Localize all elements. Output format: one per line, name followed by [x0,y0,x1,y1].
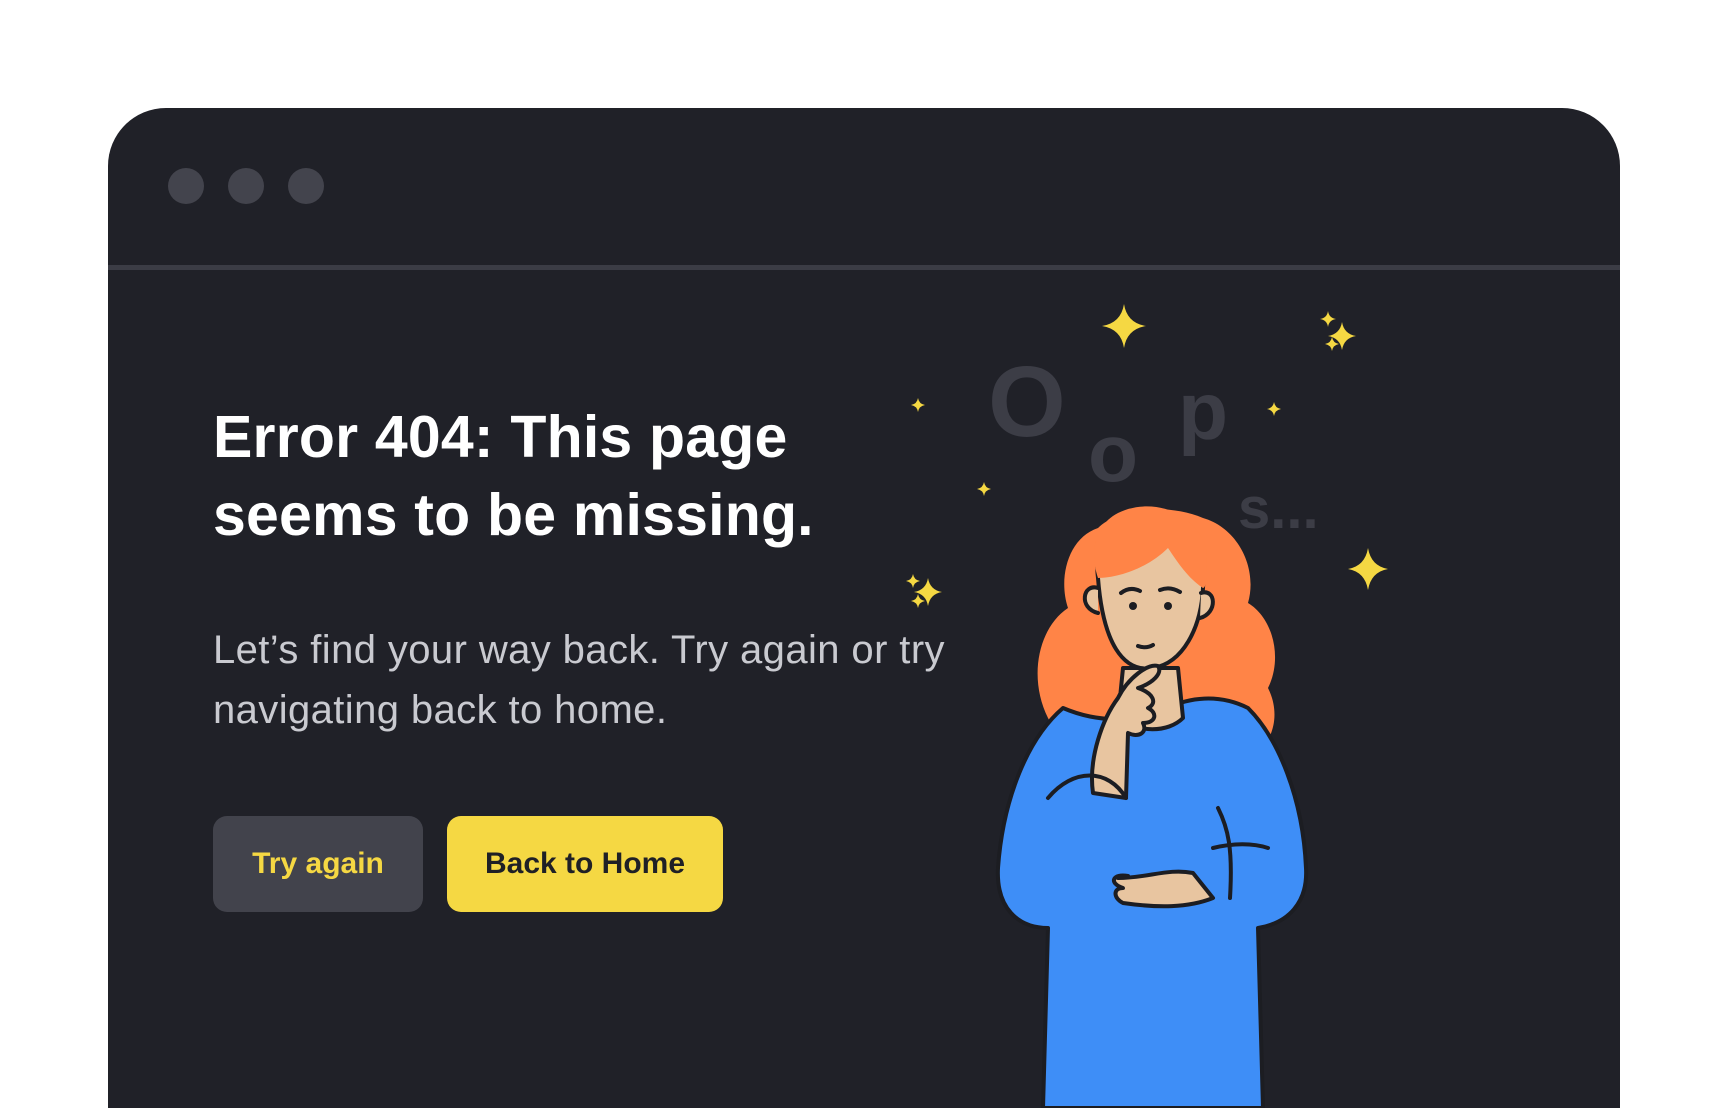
try-again-button[interactable]: Try again [213,816,423,912]
window-maximize-dot[interactable] [288,168,324,204]
window-close-dot[interactable] [168,168,204,204]
oops-letter-3: p [1178,366,1228,457]
error-headline: Error 404: This page seems to be missing… [213,404,814,548]
oops-letter-4: s... [1238,476,1319,541]
browser-window: Error 404: This page seems to be missing… [108,108,1620,1108]
window-titlebar [108,108,1620,270]
error-message: Let’s find your way back. Try again or t… [213,628,945,732]
oops-letter-2: o [1088,408,1138,499]
person-thinking-illustration [995,506,1309,1108]
window-minimize-dot[interactable] [228,168,264,204]
oops-letter-1: O [988,346,1066,458]
sparkle-icon [906,304,1388,608]
back-to-home-button[interactable]: Back to Home [447,816,723,912]
